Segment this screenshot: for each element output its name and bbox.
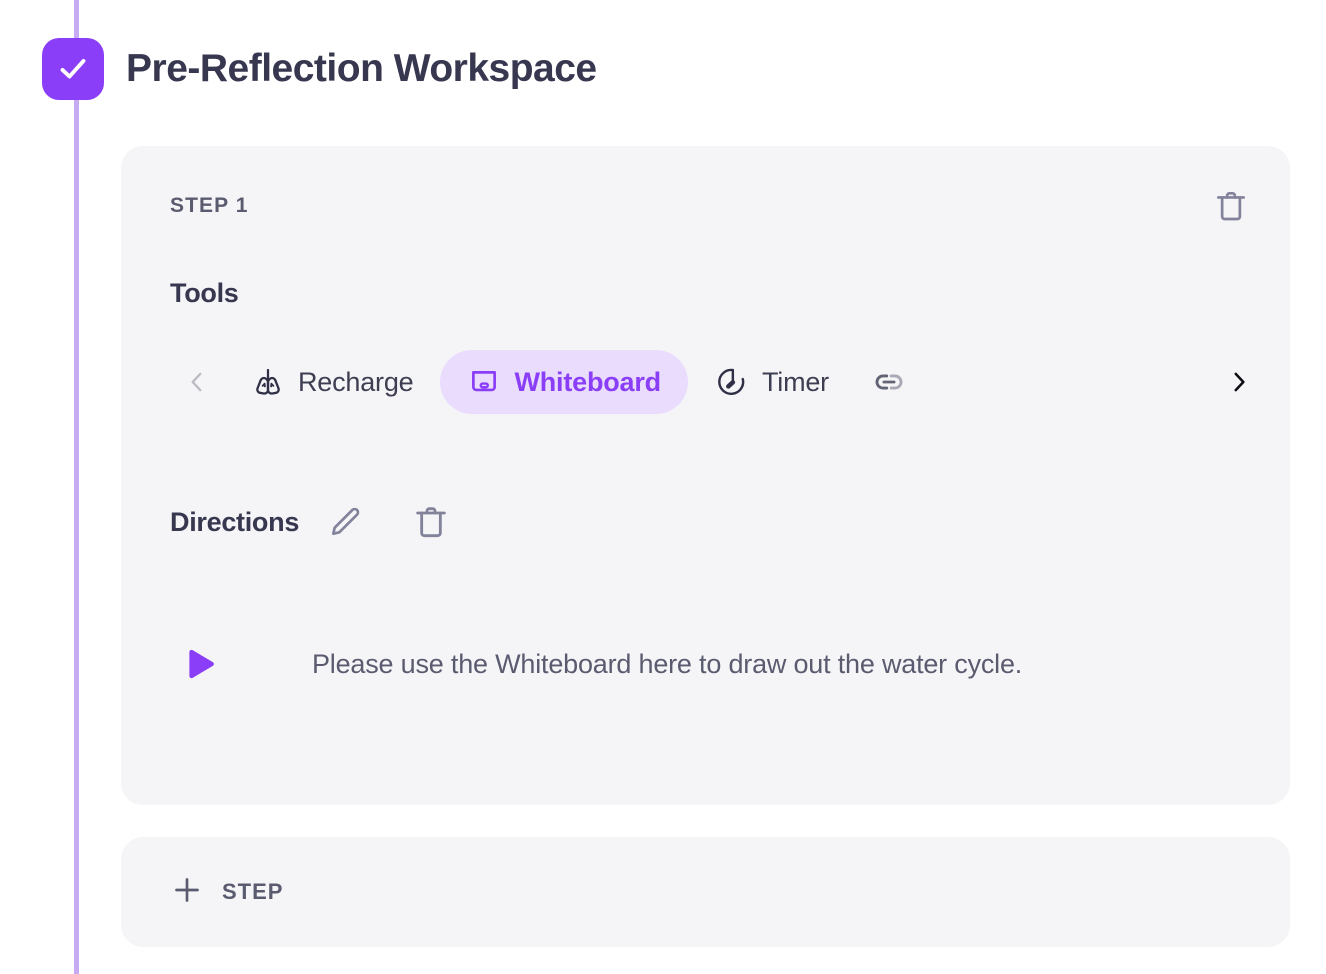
stopwatch-icon [715, 365, 749, 399]
play-direction-button[interactable] [170, 638, 230, 690]
chevron-right-icon [1226, 372, 1252, 402]
chevron-left-icon [184, 372, 210, 402]
direction-text: Please use the Whiteboard here to draw o… [312, 648, 1023, 679]
tool-label: Whiteboard [514, 366, 661, 397]
delete-step-button[interactable] [1212, 187, 1250, 225]
add-step-button[interactable]: STEP [170, 837, 283, 947]
tools-next-button[interactable] [1212, 365, 1266, 399]
add-step-label: STEP [222, 879, 284, 904]
tool-item-recharge[interactable]: Recharge [224, 350, 440, 414]
play-icon [174, 638, 226, 690]
workspace-complete-checkbox[interactable] [42, 38, 104, 100]
pencil-icon [325, 502, 365, 542]
trash-icon [411, 502, 451, 542]
step-label: STEP 1 [170, 194, 249, 217]
tool-item-whiteboard[interactable]: Whiteboard [440, 350, 688, 414]
timeline-rail [74, 0, 79, 974]
check-icon [55, 51, 91, 87]
step-card: STEP 1 Tools Recharge Whiteboard Timer D… [121, 146, 1290, 805]
step-header: STEP 1 [170, 187, 1250, 225]
plus-icon [170, 873, 204, 912]
delete-directions-button[interactable] [411, 502, 451, 542]
tool-label: Timer [761, 366, 829, 397]
edit-directions-button[interactable] [325, 502, 365, 542]
page-title: Pre-Reflection Workspace [126, 47, 597, 90]
link-icon [870, 363, 908, 401]
page-header: Pre-Reflection Workspace [42, 36, 597, 102]
directions-title: Directions [170, 506, 300, 537]
direction-item: Please use the Whiteboard here to draw o… [170, 638, 1250, 690]
tool-label: Recharge [298, 366, 414, 397]
tool-item-timer[interactable]: Timer [688, 350, 856, 414]
directions-header: Directions [170, 502, 451, 542]
whiteboard-icon [467, 365, 501, 399]
add-step-card[interactable]: STEP [121, 837, 1290, 947]
trash-icon [1212, 187, 1250, 225]
tool-item-link[interactable] [856, 350, 935, 414]
lungs-icon [251, 365, 285, 399]
tools-title: Tools [170, 278, 239, 308]
tools-strip: Recharge Whiteboard Timer [170, 340, 1266, 424]
tools-list: Recharge Whiteboard Timer [224, 340, 1212, 424]
tools-prev-button[interactable] [170, 365, 224, 399]
